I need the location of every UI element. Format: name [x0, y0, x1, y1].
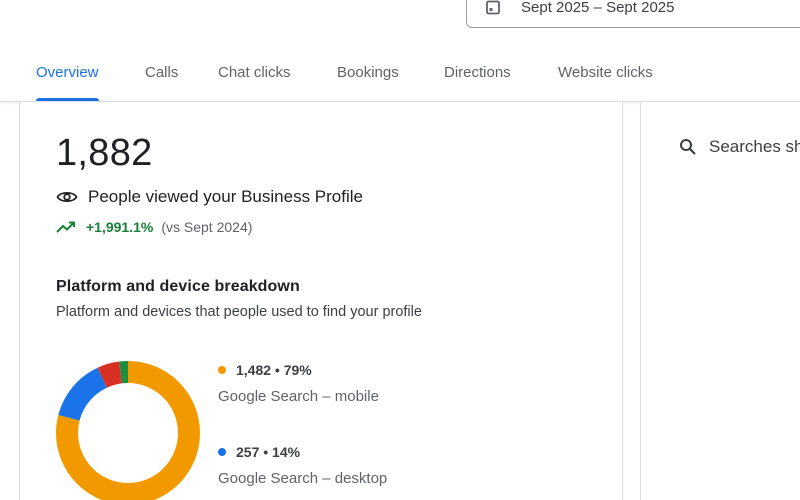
legend-stat-mobile: 1,482 • 79% [236, 362, 312, 378]
legend-item-mobile: 1,482 • 79% Google Search – mobile [218, 362, 379, 405]
platform-donut-chart [56, 361, 200, 500]
legend-dot-desktop [218, 448, 226, 456]
profile-views-value: 1,882 [56, 132, 153, 174]
change-row: +1,991.1% (vs Sept 2024) [56, 219, 252, 235]
tab-website-clicks[interactable]: Website clicks [558, 50, 653, 100]
legend-name-mobile: Google Search – mobile [218, 388, 379, 405]
breakdown-subtitle: Platform and devices that people used to… [56, 304, 422, 320]
breakdown-title: Platform and device breakdown [56, 278, 300, 295]
legend-stat-desktop: 257 • 14% [236, 444, 301, 460]
tab-chat-clicks[interactable]: Chat clicks [218, 50, 291, 100]
searches-card: Searches sh [640, 102, 800, 500]
legend-item-desktop: 257 • 14% Google Search – desktop [218, 444, 387, 487]
search-icon [679, 138, 697, 156]
trending-up-icon [56, 220, 76, 234]
date-range-label: Sept 2025 – Sept 2025 [521, 0, 675, 16]
legend-name-desktop: Google Search – desktop [218, 470, 388, 487]
metric-tabs: Overview Calls Chat clicks Bookings Dire… [0, 50, 800, 102]
change-comparison: (vs Sept 2024) [161, 219, 253, 235]
business-profile-performance: Sept 2025 – Sept 2025 Overview Calls Cha… [0, 0, 800, 500]
tab-bookings[interactable]: Bookings [337, 50, 399, 100]
profile-views-label: People viewed your Business Profile [88, 187, 363, 206]
searches-heading-row: Searches sh [679, 137, 800, 157]
calendar-icon [485, 0, 501, 15]
profile-views-label-row: People viewed your Business Profile [56, 187, 363, 207]
tab-directions[interactable]: Directions [444, 50, 511, 100]
tab-overview[interactable]: Overview [36, 50, 99, 101]
legend-dot-mobile [218, 366, 226, 374]
searches-heading: Searches sh [709, 137, 800, 156]
eye-icon [56, 189, 78, 205]
change-percentage: +1,991.1% [86, 219, 154, 235]
date-range-picker[interactable]: Sept 2025 – Sept 2025 [466, 0, 800, 28]
tab-calls[interactable]: Calls [145, 50, 178, 100]
overview-card: 1,882 People viewed your Business Profil… [19, 102, 623, 500]
